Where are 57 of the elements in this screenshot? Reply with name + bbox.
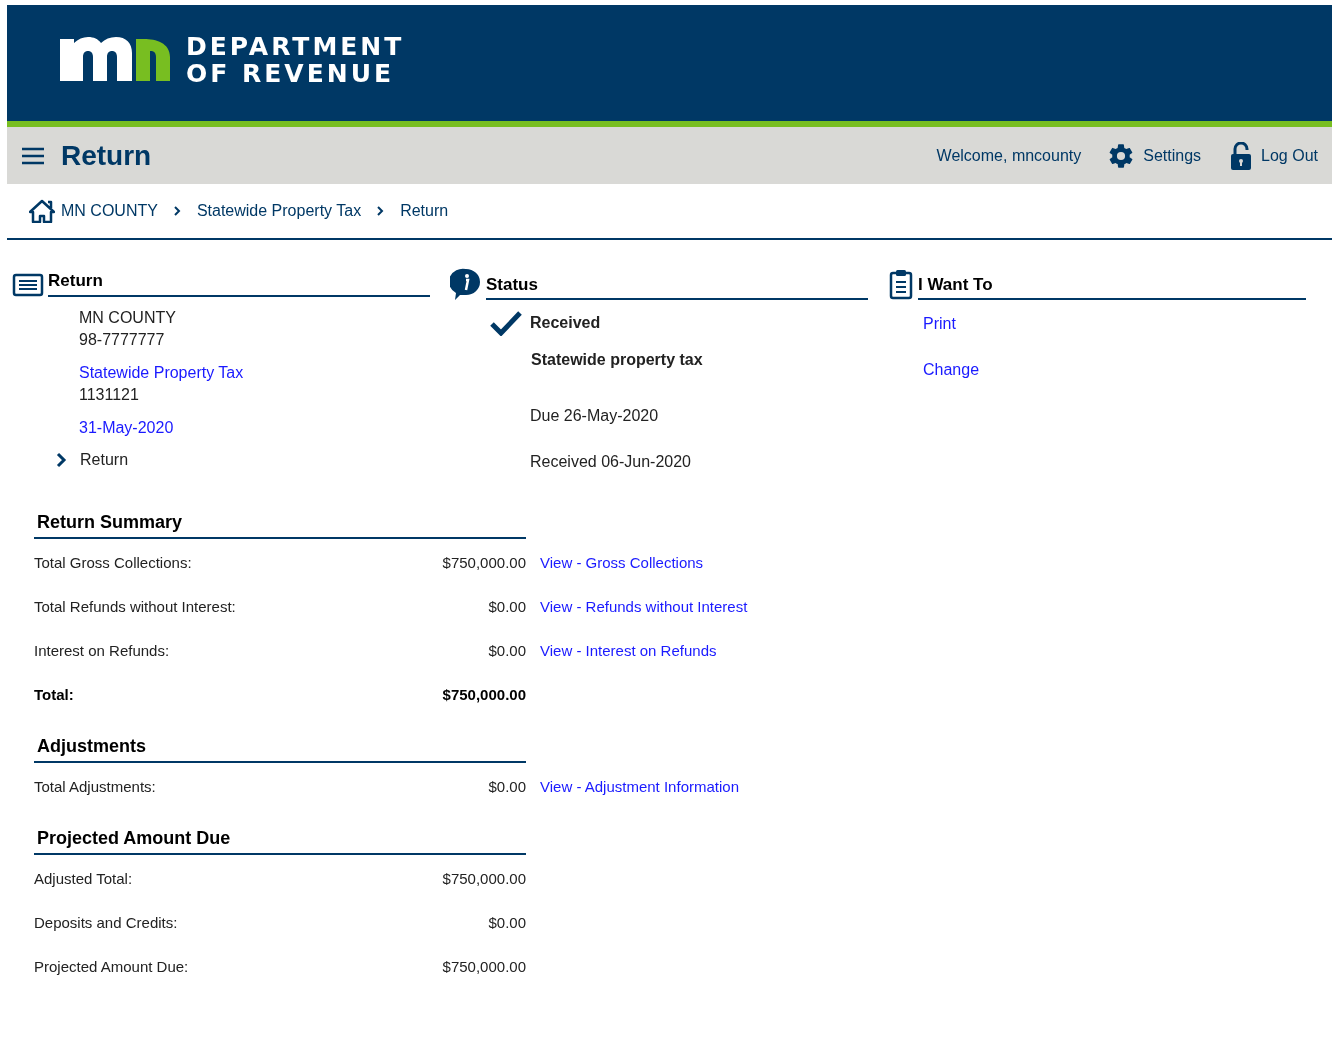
welcome-text: Welcome, mncounty bbox=[936, 145, 1082, 166]
panel-title: I Want To bbox=[918, 274, 993, 294]
row-amount: $750,000.00 bbox=[441, 552, 526, 573]
menu-icon[interactable] bbox=[21, 146, 45, 165]
row-amount: $0.00 bbox=[487, 776, 526, 797]
row-label: Total Refunds without Interest: bbox=[34, 596, 237, 617]
tax-type-link[interactable]: Statewide Property Tax bbox=[79, 361, 430, 384]
tax-type: Statewide property tax bbox=[531, 350, 704, 370]
section-title: Projected Amount Due bbox=[37, 828, 231, 848]
padlock-icon bbox=[1231, 141, 1252, 170]
logo-text: OF REVENUE bbox=[186, 60, 396, 87]
view-link[interactable]: View - Adjustment Information bbox=[540, 775, 739, 799]
county-name: MN COUNTY bbox=[79, 307, 177, 328]
row-amount: $750,000.00 bbox=[441, 868, 526, 889]
row-amount: $750,000.00 bbox=[441, 956, 526, 977]
info-icon bbox=[450, 268, 482, 300]
due-date: Due 26-May-2020 bbox=[530, 406, 660, 426]
section-title: Adjustments bbox=[37, 736, 146, 756]
tax-id: 98-7777777 bbox=[79, 329, 166, 350]
row-label: Projected Amount Due: bbox=[34, 956, 190, 977]
view-link[interactable]: View - Interest on Refunds bbox=[540, 639, 717, 663]
action-link[interactable]: Change bbox=[923, 358, 980, 382]
view-link[interactable]: View - Refunds without Interest bbox=[540, 595, 748, 619]
breadcrumb-link[interactable]: Statewide Property Tax bbox=[196, 199, 362, 223]
checkmark-icon bbox=[490, 310, 522, 336]
period-link[interactable]: 31-May-2020 bbox=[79, 416, 430, 439]
breadcrumb-link[interactable]: MN COUNTY bbox=[61, 199, 158, 223]
action-link[interactable]: Print bbox=[923, 312, 956, 336]
row-label: Total: bbox=[34, 684, 75, 705]
row-label: Adjusted Total: bbox=[34, 868, 134, 889]
page-title: Return bbox=[61, 138, 152, 173]
document-icon bbox=[12, 272, 44, 297]
view-link[interactable]: View - Gross Collections bbox=[540, 551, 704, 575]
panel-title: Return bbox=[48, 271, 103, 290]
row-amount: $0.00 bbox=[487, 596, 526, 617]
chevron-icon bbox=[173, 206, 181, 216]
status-text: Received bbox=[530, 313, 601, 333]
row-label: Total Gross Collections: bbox=[34, 552, 193, 573]
section-title: Return Summary bbox=[37, 512, 183, 532]
row-label: Interest on Refunds: bbox=[34, 640, 171, 661]
row-label: Deposits and Credits: bbox=[34, 912, 179, 933]
row-amount: $750,000.00 bbox=[441, 684, 526, 705]
row-amount: $0.00 bbox=[487, 912, 526, 933]
panel-title: Status bbox=[486, 274, 538, 294]
home-icon[interactable] bbox=[29, 199, 55, 223]
account-number: 1131121 bbox=[79, 384, 140, 405]
chevron-icon bbox=[54, 451, 68, 468]
received-date: Received 06-Jun-2020 bbox=[530, 452, 692, 472]
row-label: Total Adjustments: bbox=[34, 776, 157, 797]
return-expander[interactable]: Return bbox=[54, 447, 129, 472]
logo-text: DEPARTMENT bbox=[186, 33, 405, 60]
settings-link[interactable]: Settings bbox=[1107, 141, 1202, 170]
logout-link[interactable]: Log Out bbox=[1231, 141, 1318, 170]
breadcrumb-link[interactable]: Return bbox=[400, 199, 449, 223]
row-amount: $0.00 bbox=[487, 640, 526, 661]
clipboard-icon bbox=[888, 268, 914, 300]
chevron-icon bbox=[377, 206, 385, 216]
